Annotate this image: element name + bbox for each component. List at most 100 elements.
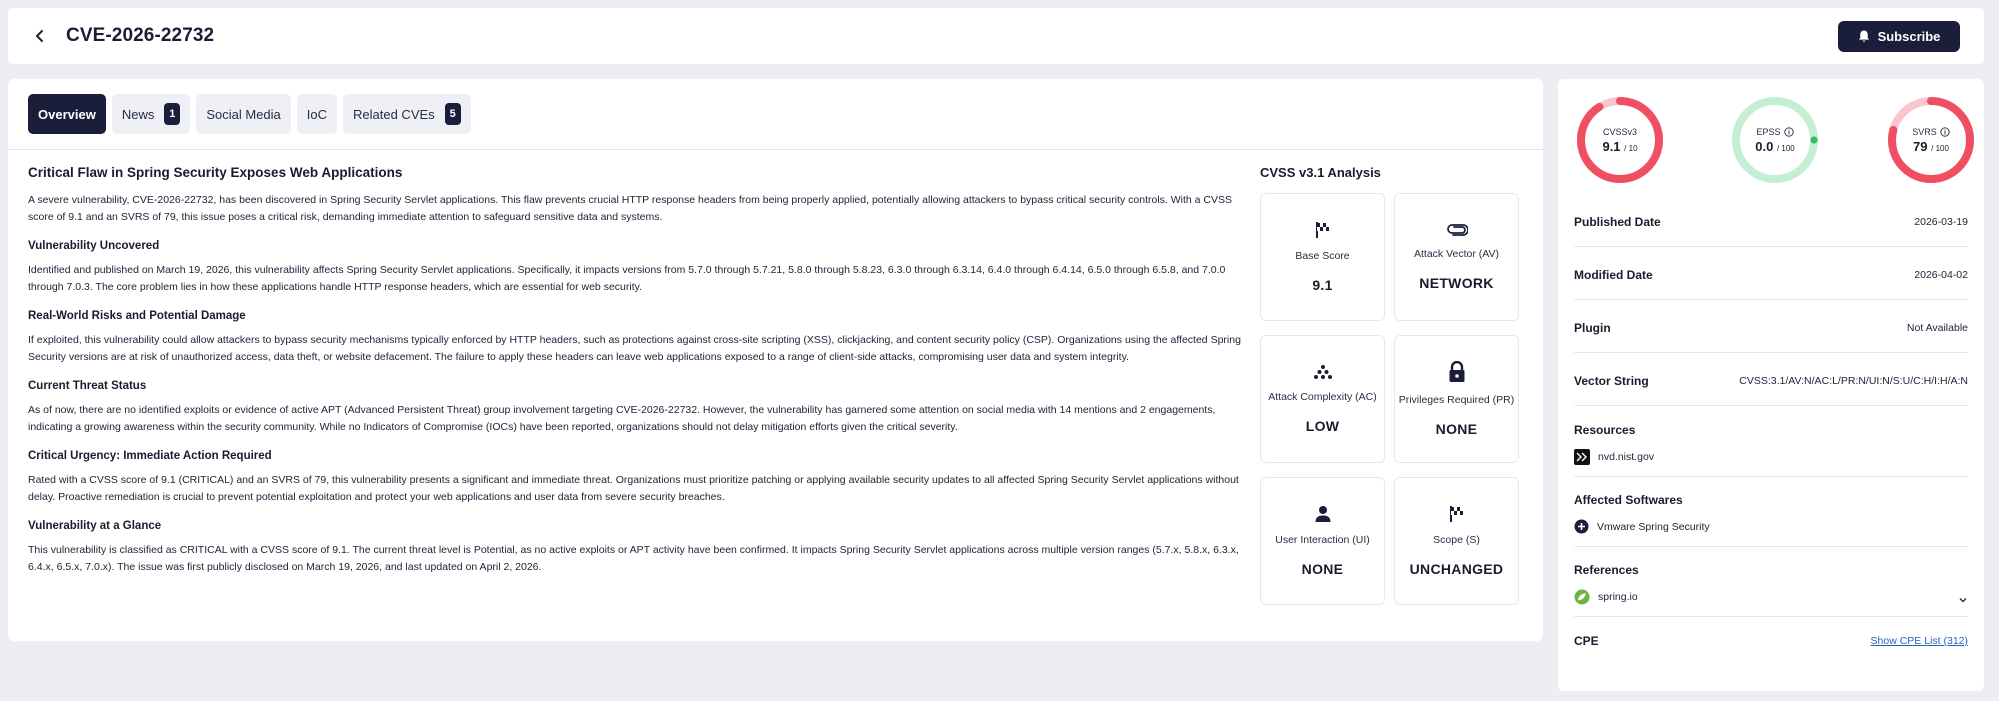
gauge-max: / 100 bbox=[1776, 143, 1795, 153]
gauge-score: 79 / 100 bbox=[1913, 139, 1949, 154]
plugin-value: Not Available bbox=[1906, 322, 1968, 334]
info-icon[interactable] bbox=[1940, 126, 1950, 137]
paperclip-icon bbox=[1446, 224, 1468, 236]
count-badge: 1 bbox=[164, 103, 181, 125]
resources-row: Resources bbox=[1574, 423, 1968, 437]
cvss-card-base-score: Base Score 9.1 bbox=[1260, 193, 1385, 321]
card-label: Attack Complexity (AC) bbox=[1268, 391, 1377, 403]
gauge-max: / 10 bbox=[1624, 143, 1638, 153]
article: Critical Flaw in Spring Security Exposes… bbox=[28, 165, 1248, 576]
user-icon bbox=[1315, 506, 1330, 522]
gauge-score: 0.0 / 100 bbox=[1755, 139, 1795, 154]
cvss-title: CVSS v3.1 Analysis bbox=[1260, 165, 1381, 180]
card-value: NETWORK bbox=[1419, 275, 1494, 291]
flag-icon bbox=[1449, 506, 1463, 522]
gauge-name: EPSS bbox=[1756, 126, 1794, 137]
card-value: NONE bbox=[1301, 561, 1344, 577]
subscribe-button[interactable]: Subscribe bbox=[1838, 20, 1960, 52]
gauge-text: CVSSv3 9.1 / 10 bbox=[1575, 95, 1665, 185]
gauge-name-text: EPSS bbox=[1756, 126, 1781, 137]
published-date-value: 2026-03-19 bbox=[1914, 216, 1968, 228]
affected-software-name: Vmware Spring Security bbox=[1597, 520, 1710, 533]
divider bbox=[1574, 299, 1968, 300]
gauge-name-text: CVSSv3 bbox=[1602, 126, 1637, 137]
back-button[interactable] bbox=[28, 24, 52, 48]
info-icon[interactable] bbox=[1783, 126, 1794, 137]
section-body: This vulnerability is classified as CRIT… bbox=[28, 544, 1239, 573]
tab-related-cves[interactable]: Related CVEs 5 bbox=[343, 94, 471, 134]
divider bbox=[1574, 546, 1968, 547]
tab-social-media[interactable]: Social Media bbox=[196, 94, 291, 134]
affected-softwares-label: Affected Softwares bbox=[1574, 493, 1683, 507]
count-badge: 5 bbox=[444, 103, 461, 125]
plugin-row: Plugin Not Available bbox=[1574, 321, 1968, 335]
tab-overview[interactable]: Overview bbox=[28, 94, 106, 134]
vector-string-row: Vector String CVSS:3.1/AV:N/AC:L/PR:N/UI… bbox=[1574, 374, 1968, 388]
section-heading: Vulnerability Uncovered bbox=[28, 240, 160, 252]
nvd-logo-icon bbox=[1574, 449, 1590, 465]
card-label: Privileges Required (PR) bbox=[1398, 394, 1515, 406]
card-label: Scope (S) bbox=[1433, 534, 1480, 546]
reference-item[interactable]: spring.io bbox=[1574, 589, 1638, 605]
vector-string-value: CVSS:3.1/AV:N/AC:L/PR:N/UI:N/S:U/C:H/I:H… bbox=[1739, 375, 1968, 387]
resources-label: Resources bbox=[1574, 423, 1636, 437]
published-date-label: Published Date bbox=[1574, 215, 1661, 229]
chevron-down-icon bbox=[1959, 598, 1967, 603]
plus-circle-icon bbox=[1574, 519, 1589, 534]
gauge-score-text: 9.1 bbox=[1602, 138, 1621, 154]
modified-date-row: Modified Date 2026-04-02 bbox=[1574, 268, 1968, 282]
modified-date-label: Modified Date bbox=[1574, 268, 1653, 282]
tab-ioc[interactable]: IoC bbox=[296, 94, 338, 134]
gauge-text: SVRS 79 / 100 bbox=[1886, 95, 1976, 185]
tab-divider bbox=[8, 149, 1543, 150]
show-cpe-list-link[interactable]: Show CPE List (312) bbox=[1871, 635, 1968, 647]
gauge-score-text: 79 bbox=[1913, 138, 1928, 154]
page-title: CVE-2026-22732 bbox=[66, 25, 215, 46]
card-value: 9.1 bbox=[1312, 277, 1333, 293]
bell-icon bbox=[1858, 30, 1869, 42]
gauge-max: / 100 bbox=[1931, 143, 1949, 153]
tab-bar: Overview News 1 Social Media IoC Related … bbox=[28, 94, 471, 134]
cpe-row: CPE Show CPE List (312) bbox=[1574, 634, 1968, 648]
gauge-name-text: SVRS bbox=[1912, 126, 1937, 137]
tab-label: Social Media bbox=[206, 106, 281, 122]
gauge-name: CVSSv3 bbox=[1603, 127, 1637, 137]
gauge-score: 9.1 / 10 bbox=[1602, 139, 1637, 154]
divider bbox=[1574, 476, 1968, 477]
gauge-score-text: 0.0 bbox=[1755, 138, 1774, 154]
tab-label: Overview bbox=[38, 106, 96, 122]
tab-label: IoC bbox=[306, 106, 328, 122]
spring-logo-icon bbox=[1574, 589, 1590, 605]
expand-references-button[interactable] bbox=[1958, 592, 1968, 610]
card-value: UNCHANGED bbox=[1409, 561, 1504, 577]
gauge-cvss: CVSSv3 9.1 / 10 bbox=[1575, 95, 1665, 185]
cvss-grid: Base Score 9.1 Attack Vector (AV) NETWOR… bbox=[1260, 193, 1524, 605]
section-body: Identified and published on March 19, 20… bbox=[28, 264, 1226, 293]
reference-link[interactable]: spring.io bbox=[1598, 591, 1638, 603]
card-value: LOW bbox=[1305, 418, 1340, 434]
cvss-card-scope: Scope (S) UNCHANGED bbox=[1394, 477, 1519, 605]
divider bbox=[1574, 352, 1968, 353]
main-panel: Overview News 1 Social Media IoC Related … bbox=[8, 79, 1543, 641]
page-header: CVE-2026-22732 Subscribe bbox=[8, 8, 1984, 64]
resource-item[interactable]: nvd.nist.gov bbox=[1574, 449, 1654, 465]
divider bbox=[1574, 616, 1968, 617]
side-panel: CVSSv3 9.1 / 10 EPSS 0.0 / 100 SVRS 79 /… bbox=[1558, 79, 1984, 691]
cvss-card-attack-complexity: Attack Complexity (AC) LOW bbox=[1260, 335, 1385, 463]
modified-date-value: 2026-04-02 bbox=[1914, 269, 1968, 281]
cvss-card-user-interaction: User Interaction (UI) NONE bbox=[1260, 477, 1385, 605]
tab-news[interactable]: News 1 bbox=[111, 94, 191, 134]
affected-software-item[interactable]: Vmware Spring Security bbox=[1574, 519, 1710, 534]
section-body: If exploited, this vulnerability could a… bbox=[28, 334, 1241, 363]
cpe-label: CPE bbox=[1574, 634, 1599, 648]
card-label: User Interaction (UI) bbox=[1275, 534, 1370, 546]
article-title: Critical Flaw in Spring Security Exposes… bbox=[28, 165, 403, 180]
resource-link[interactable]: nvd.nist.gov bbox=[1598, 451, 1654, 463]
section-body: Rated with a CVSS score of 9.1 (CRITICAL… bbox=[28, 474, 1239, 503]
section-heading: Real-World Risks and Potential Damage bbox=[28, 310, 246, 322]
references-row: References bbox=[1574, 563, 1968, 577]
divider bbox=[1574, 405, 1968, 406]
cvss-card-privileges-required: Privileges Required (PR) NONE bbox=[1394, 335, 1519, 463]
section-heading: Critical Urgency: Immediate Action Requi… bbox=[28, 450, 272, 462]
flag-icon bbox=[1315, 222, 1329, 238]
